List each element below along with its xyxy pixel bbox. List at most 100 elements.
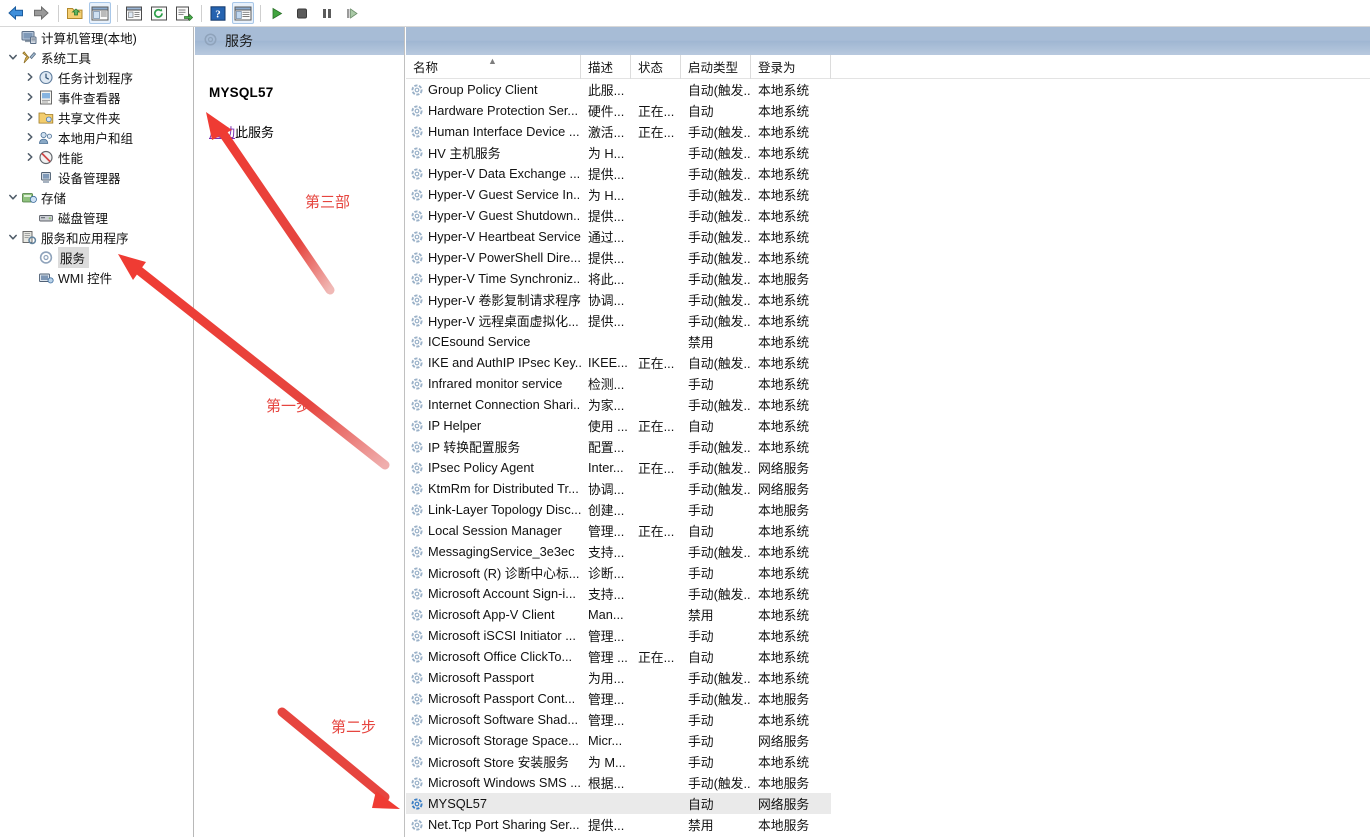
column-header-logon[interactable]: 登录为 [751,54,831,79]
table-row[interactable]: Link-Layer Topology Disc... 创建... 手动 本地服务 [406,499,1370,520]
forward-arrow-icon[interactable] [30,2,52,24]
refresh-icon[interactable] [148,2,170,24]
table-row[interactable]: MessagingService_3e3ec 支持... 手动(触发... 本地系统 [406,541,1370,562]
tree-item-label: 任务计划程序 [58,71,134,86]
tree-item-1[interactable]: 任务计划程序 [0,67,193,87]
restart-service-icon[interactable] [341,2,363,24]
table-row[interactable]: Microsoft Windows SMS ... 根据... 手动(触发... 本地… [406,772,1370,793]
table-row[interactable]: Local Session Manager 管理... 正在... 自动 本地系统 [406,520,1370,541]
services-list-pane[interactable]: 名称 ▲ 描述 状态 启动类型 登录为 Group Policy Client 此服... 自… [406,27,1370,837]
show-hide-tree-icon[interactable] [89,2,111,24]
cell-desc: 提供... [588,818,625,833]
table-row[interactable]: Hyper-V PowerShell Dire... 提供... 手动(触发... 本… [406,247,1370,268]
cell-startup: 自动 [688,797,714,812]
table-row[interactable]: Hyper-V 卷影复制请求程序 协调... 手动(触发... 本地系统 [406,289,1370,310]
tree-item-9[interactable]: 服务和应用程序 [0,227,193,247]
service-name: IKE and AuthIP IPsec Key... [428,355,581,370]
table-row[interactable]: IPsec Policy Agent Inter... 正在... 手动(触发... 网… [406,457,1370,478]
tree-item-5[interactable]: 性能 [0,147,193,167]
table-row[interactable]: Hyper-V 远程桌面虚拟化... 提供... 手动(触发... 本地系统 [406,310,1370,331]
table-row[interactable]: Microsoft iSCSI Initiator ... 管理... 手动 本地系统 [406,625,1370,646]
table-row[interactable]: Hyper-V Heartbeat Service 通过... 手动(触发... 本地… [406,226,1370,247]
pause-service-icon[interactable] [316,2,338,24]
table-row[interactable]: Microsoft Software Shad... 管理... 手动 本地系统 [406,709,1370,730]
chevron-down-icon[interactable] [6,192,20,202]
chevron-right-icon[interactable] [23,72,37,82]
table-row[interactable]: Hyper-V Guest Shutdown... 提供... 手动(触发... 本地… [406,205,1370,226]
show-action-pane-icon[interactable] [232,2,254,24]
table-row[interactable]: Group Policy Client 此服... 自动(触发... 本地系统 [406,79,1370,100]
tree-item-3[interactable]: 共享文件夹 [0,107,193,127]
table-row[interactable]: IP 转换配置服务 配置... 手动(触发... 本地系统 [406,436,1370,457]
list-column-headers[interactable]: 名称 ▲ 描述 状态 启动类型 登录为 [406,54,1370,79]
service-gear-icon [410,692,424,706]
chevron-right-icon[interactable] [23,92,37,102]
cell-logon: 本地系统 [758,167,810,182]
cell-name: Microsoft Store 安装服务 [406,752,581,771]
service-name: ICEsound Service [428,334,531,349]
chevron-down-icon[interactable] [6,232,20,242]
table-row[interactable]: Microsoft Storage Space... Micr... 手动 网络服务 [406,730,1370,751]
service-name: Microsoft (R) 诊断中心标... [428,566,580,581]
console-tree-pane[interactable]: 计算机管理(本地) 系统工具任务计划程序 事件查看器 共享文件夹 本地用户和组 性能 设备… [0,27,194,837]
tree-item-11[interactable]: WMI 控件 [0,267,193,287]
tree-item-2[interactable]: 事件查看器 [0,87,193,107]
column-header-name[interactable]: 名称 ▲ [406,54,581,79]
table-row[interactable]: Net.Tcp Port Sharing Ser... 提供... 禁用 本地服务 [406,814,1370,835]
start-service-link[interactable]: 启动 [209,125,235,140]
cell-desc: 提供... [588,167,625,182]
service-gear-icon [410,503,424,517]
table-row[interactable]: Microsoft (R) 诊断中心标... 诊断... 手动 本地系统 [406,562,1370,583]
tree-root-node[interactable]: 计算机管理(本地) [0,27,193,47]
table-row[interactable]: Hyper-V Time Synchroniz... 将此... 手动(触发... 本… [406,268,1370,289]
service-gear-icon [410,188,424,202]
chevron-right-icon[interactable] [23,152,37,162]
tree-item-6[interactable]: 设备管理器 [0,167,193,187]
table-row[interactable]: Microsoft App-V Client Man... 禁用 本地系统 [406,604,1370,625]
stop-service-icon[interactable] [291,2,313,24]
back-arrow-icon[interactable] [5,2,27,24]
column-header-status[interactable]: 状态 [631,54,681,79]
cell-logon: 网络服务 [758,797,810,812]
tree-item-4[interactable]: 本地用户和组 [0,127,193,147]
table-row[interactable]: Internet Connection Shari... 为家... 手动(触发..… [406,394,1370,415]
table-row[interactable]: IP Helper 使用 ... 正在... 自动 本地系统 [406,415,1370,436]
table-row[interactable]: MYSQL57 自动 网络服务 [406,793,831,814]
table-row[interactable]: Microsoft Account Sign-i... 支持... 手动(触发...… [406,583,1370,604]
table-row[interactable]: Human Interface Device ... 激活... 正在... 手动(触… [406,121,1370,142]
column-header-startup[interactable]: 启动类型 [681,54,751,79]
cell-startup: 自动(触发... [688,83,751,98]
table-row[interactable]: Microsoft Store 安装服务 为 M... 手动 本地系统 [406,751,1370,772]
table-row[interactable]: Microsoft Passport 为用... 手动(触发... 本地系统 [406,667,1370,688]
table-row[interactable]: Microsoft Office ClickTo... 管理 ... 正在... 自动… [406,646,1370,667]
table-row[interactable]: Hardware Protection Ser... 硬件... 正在... 自动 本地… [406,100,1370,121]
cell-startup: 手动 [688,713,714,728]
table-row[interactable]: Infrared monitor service 检测... 手动 本地系统 [406,373,1370,394]
service-name: Hyper-V Time Synchroniz... [428,271,581,286]
tree-item-label: WMI 控件 [58,271,113,286]
column-header-desc[interactable]: 描述 [581,54,631,79]
table-row[interactable]: IKE and AuthIP IPsec Key... IKEE... 正在... 自… [406,352,1370,373]
table-row[interactable]: Hyper-V Data Exchange ... 提供... 手动(触发... 本地… [406,163,1370,184]
tree-item-0[interactable]: 系统工具 [0,47,193,67]
tree-item-10[interactable]: 服务 [0,246,193,268]
properties-icon[interactable] [123,2,145,24]
chevron-right-icon[interactable] [23,132,37,142]
table-row[interactable]: KtmRm for Distributed Tr... 协调... 手动(触发...… [406,478,1370,499]
chevron-right-icon[interactable] [23,112,37,122]
table-row[interactable]: Microsoft Passport Cont... 管理... 手动(触发... 本… [406,688,1370,709]
services-table[interactable]: Group Policy Client 此服... 自动(触发... 本地系统 Hard… [406,79,1370,835]
help-icon[interactable]: ? [207,2,229,24]
tree-item-7[interactable]: 存储 [0,187,193,207]
service-name: Hyper-V 卷影复制请求程序 [428,293,581,308]
table-row[interactable]: HV 主机服务 为 H... 手动(触发... 本地系统 [406,142,1370,163]
start-service-icon[interactable] [266,2,288,24]
tree-item-8[interactable]: 磁盘管理 [0,207,193,227]
table-row[interactable]: Hyper-V Guest Service In... 为 H... 手动(触发..… [406,184,1370,205]
chevron-down-icon[interactable] [6,52,20,62]
service-details-pane[interactable]: 服务 MYSQL57 启动此服务 [195,27,405,837]
table-row[interactable]: ICEsound Service 禁用 本地系统 [406,331,1370,352]
up-folder-icon[interactable] [64,2,86,24]
export-list-icon[interactable] [173,2,195,24]
event-log-icon [37,89,54,105]
